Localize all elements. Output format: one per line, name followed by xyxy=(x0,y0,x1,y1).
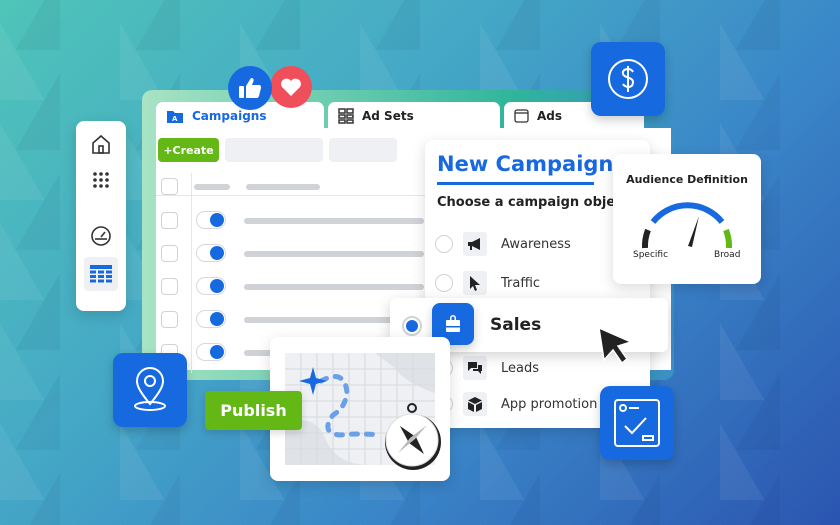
home-icon xyxy=(92,134,110,154)
objective-awareness[interactable]: Awareness xyxy=(435,232,571,256)
objective-label: Sales xyxy=(490,315,542,335)
audience-title: Audience Definition xyxy=(626,173,748,186)
checklist-form-icon xyxy=(614,399,660,447)
heart-reaction xyxy=(270,66,312,108)
checklist-tile xyxy=(600,386,674,460)
heart-icon xyxy=(281,78,301,96)
header-placeholder xyxy=(194,184,230,190)
tab-ad-sets[interactable]: Ad Sets xyxy=(328,102,500,130)
sidebar xyxy=(76,121,126,311)
row-checkbox[interactable] xyxy=(161,212,178,229)
sidebar-item-apps[interactable] xyxy=(84,163,118,197)
row-toggle[interactable] xyxy=(196,277,226,295)
svg-text:A: A xyxy=(172,115,178,123)
table-icon xyxy=(90,265,112,283)
objective-radio[interactable] xyxy=(435,235,453,253)
mouse-pointer-icon xyxy=(598,326,634,365)
row-checkbox[interactable] xyxy=(161,311,178,328)
row-placeholder xyxy=(244,251,424,257)
row-placeholder xyxy=(244,218,424,224)
dashboard-gauge-icon xyxy=(91,226,111,246)
gauge-right-label: Broad xyxy=(714,250,741,260)
objective-label: App promotion xyxy=(501,396,598,412)
row-toggle[interactable] xyxy=(196,244,226,262)
gauge-left-label: Specific xyxy=(633,250,669,260)
objective-leads[interactable]: Leads xyxy=(435,356,539,380)
row-placeholder xyxy=(244,284,424,290)
objective-app-promotion[interactable]: App promotion xyxy=(435,392,597,416)
window-icon xyxy=(514,109,529,123)
objective-radio-selected[interactable] xyxy=(402,316,422,336)
sidebar-item-dashboard[interactable] xyxy=(84,219,118,253)
tab-label: Campaigns xyxy=(192,109,267,123)
tab-label: Ad Sets xyxy=(362,109,414,123)
title-underline xyxy=(437,182,594,185)
audience-gauge xyxy=(641,202,733,249)
apps-icon xyxy=(93,172,109,188)
dollar-icon xyxy=(608,59,648,99)
publish-button[interactable]: Publish xyxy=(205,391,302,430)
sidebar-item-home[interactable] xyxy=(84,127,118,161)
objective-traffic[interactable]: Traffic xyxy=(435,271,540,295)
megaphone-icon xyxy=(463,232,487,256)
location-tile xyxy=(113,353,187,427)
like-reaction xyxy=(228,66,272,110)
row-toggle[interactable] xyxy=(196,343,226,361)
objective-prompt: Choose a campaign objecti xyxy=(437,195,634,210)
grid-icon xyxy=(338,108,354,124)
column-divider xyxy=(191,173,192,373)
chat-icon xyxy=(463,356,487,380)
new-campaign-title: New Campaign xyxy=(437,152,614,176)
cursor-icon xyxy=(463,271,487,295)
sidebar-item-table[interactable] xyxy=(84,257,118,291)
create-button[interactable]: +Create xyxy=(158,138,219,162)
row-checkbox[interactable] xyxy=(161,278,178,295)
dollar-tile xyxy=(591,42,665,116)
objective-label: Leads xyxy=(501,360,540,376)
row-toggle[interactable] xyxy=(196,211,226,229)
objective-radio[interactable] xyxy=(435,274,453,292)
campaign-folder-icon: A xyxy=(167,111,183,123)
location-pin-icon xyxy=(134,367,166,411)
compass-icon xyxy=(385,403,441,470)
row-checkbox[interactable] xyxy=(161,245,178,262)
objective-label: Traffic xyxy=(501,275,541,291)
tab-label: Ads xyxy=(537,109,563,123)
objective-label: Awareness xyxy=(501,236,571,252)
select-all-checkbox[interactable] xyxy=(161,178,178,195)
thumbs-up-icon xyxy=(239,78,262,98)
row-toggle[interactable] xyxy=(196,310,226,328)
header-divider xyxy=(156,195,426,196)
cube-icon xyxy=(463,392,487,416)
header-placeholder xyxy=(246,184,320,190)
filter-placeholder[interactable] xyxy=(225,138,323,162)
audience-definition-card: Audience Definition Specific Broad xyxy=(613,154,761,284)
filter-placeholder[interactable] xyxy=(329,138,397,162)
